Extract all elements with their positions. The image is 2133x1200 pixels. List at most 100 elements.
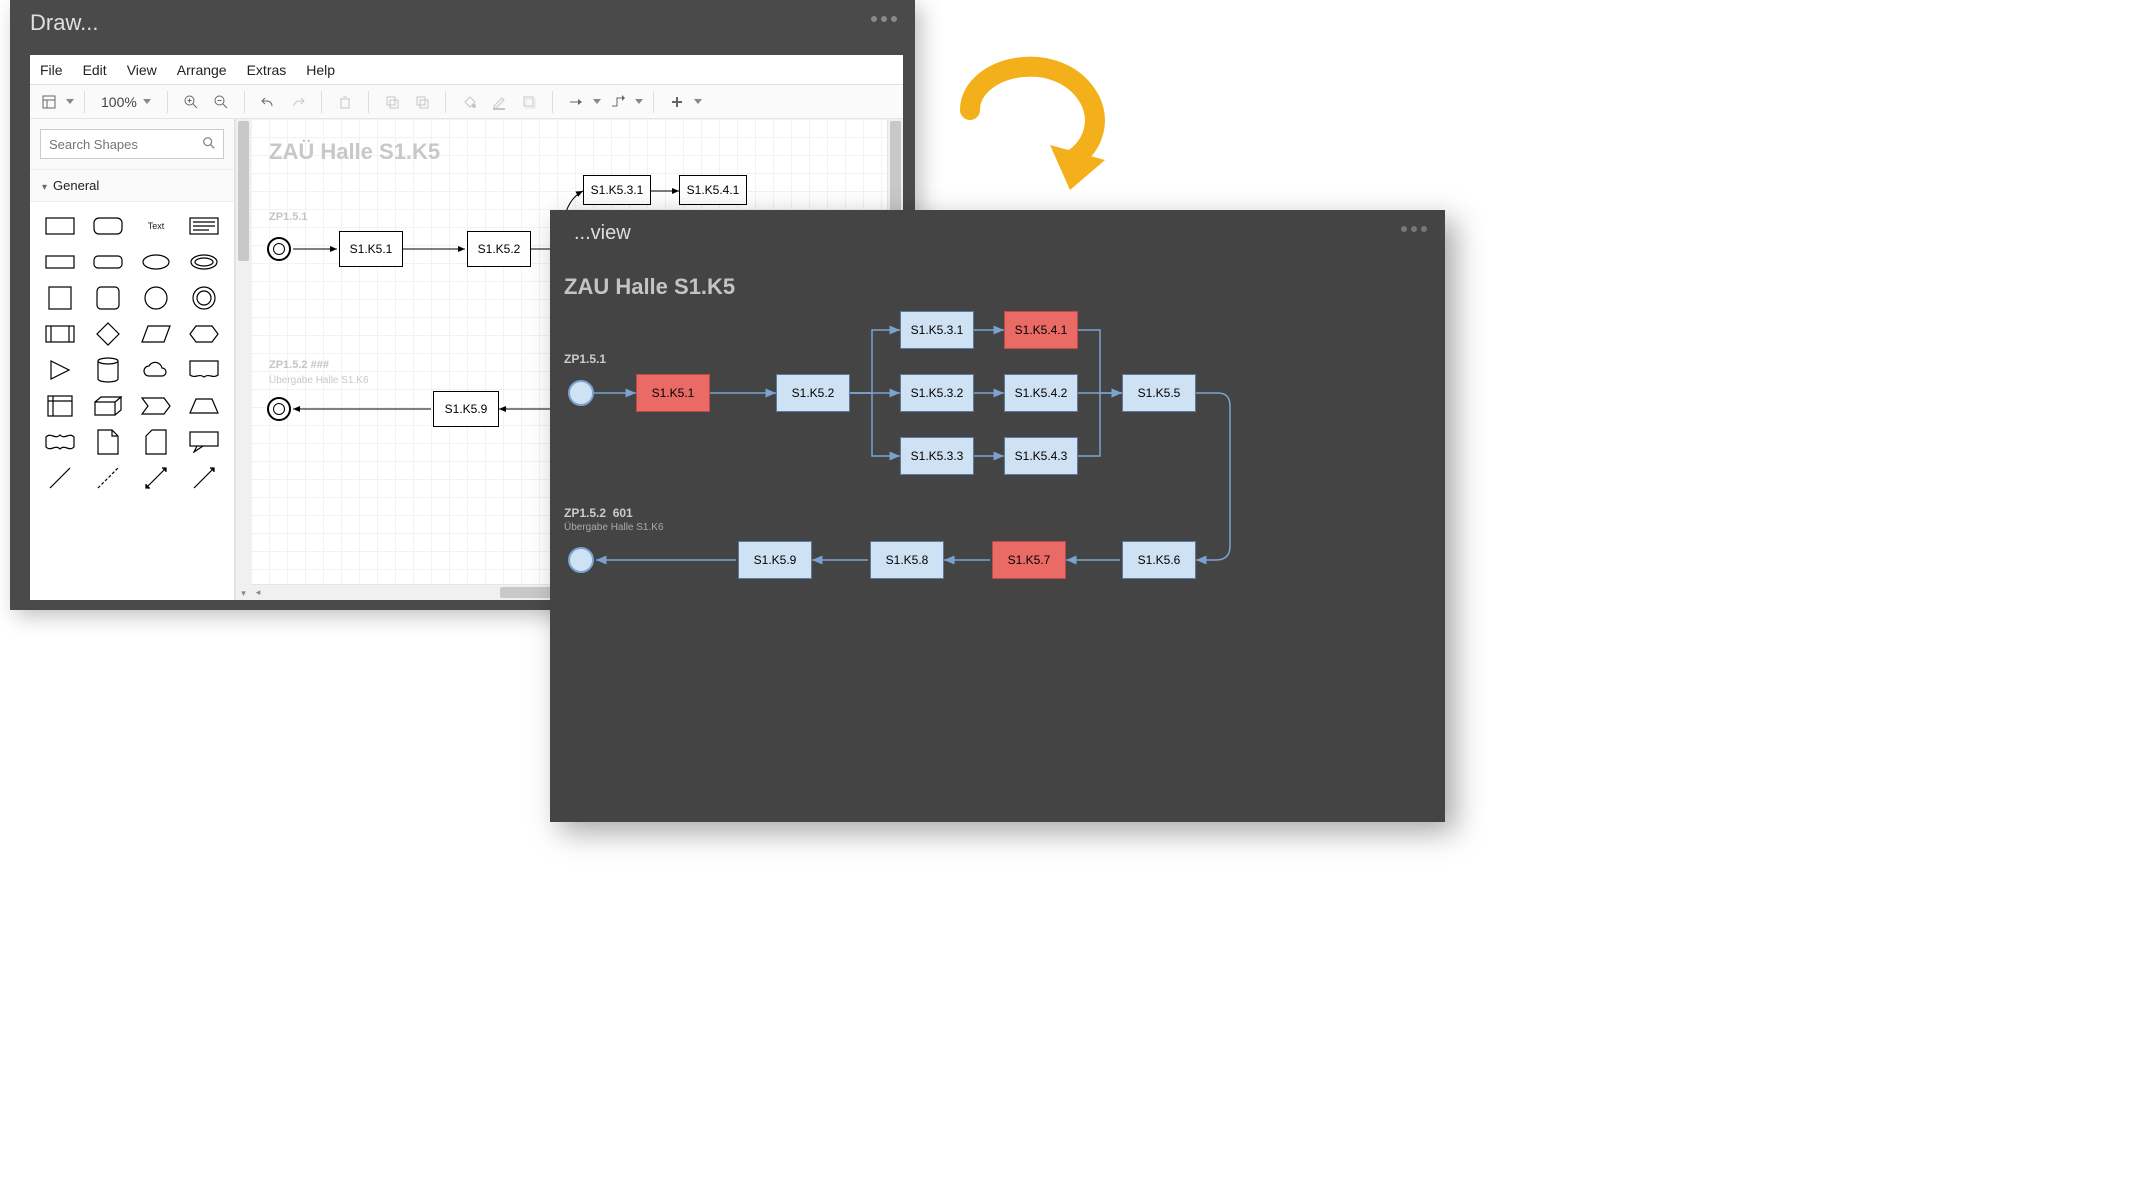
shape-card[interactable] — [134, 426, 178, 458]
undo-icon[interactable] — [255, 89, 281, 115]
toolbar: 100% — [30, 85, 903, 119]
shape-line[interactable] — [38, 462, 82, 494]
shape-palette: Text — [30, 202, 234, 600]
zoom-in-icon[interactable] — [178, 89, 204, 115]
connector-icon[interactable] — [563, 89, 589, 115]
shape-tape[interactable] — [38, 426, 82, 458]
shape-circle[interactable] — [134, 282, 178, 314]
chevron-down-icon — [143, 99, 151, 104]
shape-note[interactable] — [86, 426, 130, 458]
shapes-sidebar: General Text — [30, 119, 235, 600]
delete-icon[interactable] — [332, 89, 358, 115]
shape-roundrect[interactable] — [86, 210, 130, 242]
line-color-icon[interactable] — [486, 89, 512, 115]
shape-cylinder[interactable] — [86, 354, 130, 386]
menubar: File Edit View Arrange Extras Help — [30, 55, 903, 85]
node-s1k51[interactable]: S1.K5.1 — [636, 374, 710, 412]
start-event[interactable] — [568, 380, 594, 406]
end-event[interactable] — [568, 547, 594, 573]
window-menu-dots[interactable] — [1401, 226, 1427, 232]
zoom-level[interactable]: 100% — [95, 94, 157, 110]
add-icon[interactable] — [664, 89, 690, 115]
shape-trapezoid[interactable] — [182, 390, 226, 422]
node-s1k55[interactable]: S1.K5.5 — [1122, 374, 1196, 412]
shadow-icon[interactable] — [516, 89, 542, 115]
shape-square-round[interactable] — [86, 282, 130, 314]
to-front-icon[interactable] — [379, 89, 405, 115]
node-s1k57[interactable]: S1.K5.7 — [992, 541, 1066, 579]
shape-ellipse[interactable] — [134, 246, 178, 278]
to-back-icon[interactable] — [409, 89, 435, 115]
node-s1k56[interactable]: S1.K5.6 — [1122, 541, 1196, 579]
draw-title: Draw... — [30, 10, 98, 36]
page-layout-button[interactable] — [36, 89, 62, 115]
menu-arrange[interactable]: Arrange — [177, 62, 227, 78]
chevron-down-icon[interactable] — [66, 99, 74, 104]
node-s1k533[interactable]: S1.K5.3.3 — [900, 437, 974, 475]
shape-circle-ring[interactable] — [182, 282, 226, 314]
view-titlebar[interactable]: ...view — [550, 210, 1445, 256]
shape-callout[interactable] — [182, 426, 226, 458]
lane-label-2: ZP1.5.2 601 — [564, 506, 633, 520]
node-s1k59[interactable]: S1.K5.9 — [433, 391, 499, 427]
node-s1k543[interactable]: S1.K5.4.3 — [1004, 437, 1078, 475]
end-event[interactable] — [267, 397, 291, 421]
shape-arrow-bi[interactable] — [134, 462, 178, 494]
shape-textbox[interactable] — [182, 210, 226, 242]
shape-square[interactable] — [38, 282, 82, 314]
chevron-down-icon[interactable] — [694, 99, 702, 104]
chevron-down-icon[interactable] — [593, 99, 601, 104]
node-s1k541[interactable]: S1.K5.4.1 — [1004, 311, 1078, 349]
shape-internal-storage[interactable] — [38, 390, 82, 422]
shape-document[interactable] — [182, 354, 226, 386]
sidebar-scrollbar[interactable]: ▴▾ — [235, 119, 251, 600]
shape-process[interactable] — [38, 318, 82, 350]
redo-icon[interactable] — [285, 89, 311, 115]
start-event[interactable] — [267, 237, 291, 261]
menu-view[interactable]: View — [127, 62, 157, 78]
shape-rect[interactable] — [38, 210, 82, 242]
shape-arrow[interactable] — [182, 462, 226, 494]
menu-edit[interactable]: Edit — [83, 62, 107, 78]
waypoint-icon[interactable] — [605, 89, 631, 115]
node-s1k541[interactable]: S1.K5.4.1 — [679, 175, 747, 205]
shape-step[interactable] — [134, 390, 178, 422]
shape-ellipse-ring[interactable] — [182, 246, 226, 278]
menu-help[interactable]: Help — [306, 62, 335, 78]
shape-diamond[interactable] — [86, 318, 130, 350]
lane-label-2: ZP1.5.2 ### — [269, 359, 329, 371]
shape-parallelogram[interactable] — [134, 318, 178, 350]
node-s1k52[interactable]: S1.K5.2 — [467, 231, 531, 267]
menu-file[interactable]: File — [40, 62, 63, 78]
node-s1k531[interactable]: S1.K5.3.1 — [583, 175, 651, 205]
view-body: ZAU Halle S1.K5 ZP1.5.1 — [550, 256, 1445, 822]
palette-section-general[interactable]: General — [30, 170, 234, 202]
transform-arrow-icon — [950, 50, 1120, 190]
node-s1k58[interactable]: S1.K5.8 — [870, 541, 944, 579]
shape-text[interactable]: Text — [134, 210, 178, 242]
view-title: ...view — [574, 222, 631, 245]
search-icon[interactable] — [202, 136, 216, 155]
node-s1k532[interactable]: S1.K5.3.2 — [900, 374, 974, 412]
node-s1k542[interactable]: S1.K5.4.2 — [1004, 374, 1078, 412]
shape-roundrect-small[interactable] — [86, 246, 130, 278]
search-shapes-input[interactable] — [40, 129, 224, 159]
node-s1k51[interactable]: S1.K5.1 — [339, 231, 403, 267]
view-edges — [550, 256, 1445, 822]
menu-extras[interactable]: Extras — [247, 62, 287, 78]
window-menu-dots[interactable] — [871, 16, 897, 22]
shape-line-dashed[interactable] — [86, 462, 130, 494]
node-s1k52[interactable]: S1.K5.2 — [776, 374, 850, 412]
fill-icon[interactable] — [456, 89, 482, 115]
chevron-down-icon[interactable] — [635, 99, 643, 104]
shape-cloud[interactable] — [134, 354, 178, 386]
shape-hexagon[interactable] — [182, 318, 226, 350]
node-s1k531[interactable]: S1.K5.3.1 — [900, 311, 974, 349]
shape-cube[interactable] — [86, 390, 130, 422]
view-window: ...view ZAU Halle S1.K5 ZP1.5.1 — [550, 210, 1445, 822]
zoom-out-icon[interactable] — [208, 89, 234, 115]
shape-rect-small[interactable] — [38, 246, 82, 278]
draw-titlebar[interactable]: Draw... — [10, 0, 915, 45]
node-s1k59[interactable]: S1.K5.9 — [738, 541, 812, 579]
shape-triangle[interactable] — [38, 354, 82, 386]
